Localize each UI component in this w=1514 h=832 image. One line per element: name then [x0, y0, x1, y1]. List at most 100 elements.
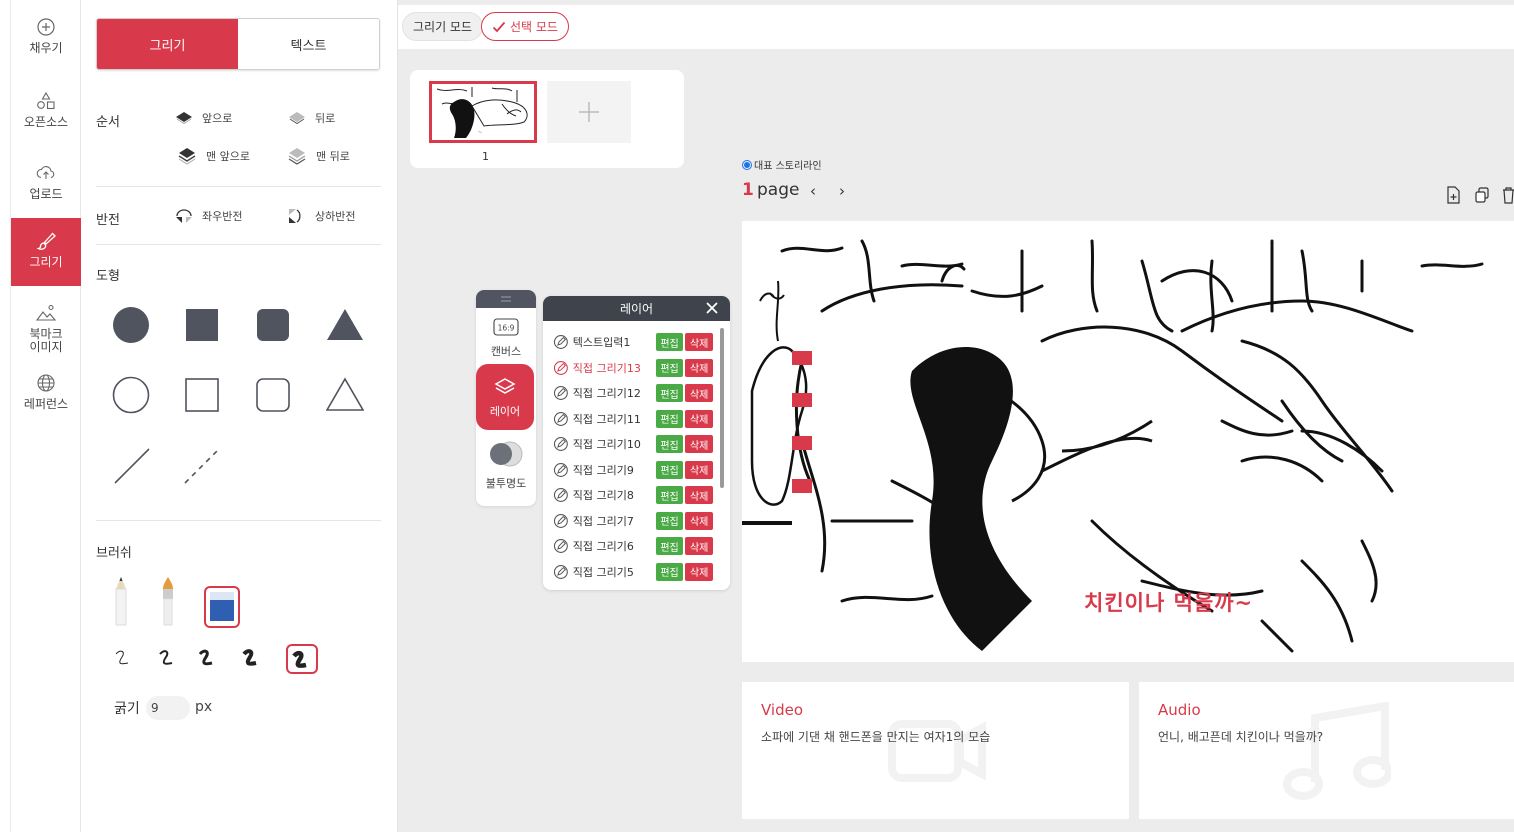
- dock-opacity[interactable]: 불투명도: [476, 440, 536, 491]
- trash-icon[interactable]: [1502, 186, 1514, 204]
- send-to-back-label: 맨 뒤로: [316, 150, 350, 163]
- layer-delete-button[interactable]: 삭제: [685, 409, 713, 428]
- radio-button[interactable]: [742, 159, 752, 170]
- stroke-width-3[interactable]: [196, 646, 218, 670]
- layer-delete-button[interactable]: 삭제: [685, 358, 713, 377]
- main-storyline-radio[interactable]: 대표 스토리라인: [742, 157, 822, 172]
- brush-label: 브러쉬: [96, 546, 132, 561]
- layer-edit-button[interactable]: 편집: [655, 333, 684, 351]
- copy-page-icon[interactable]: [1474, 186, 1490, 204]
- bring-forward-label: 앞으로: [202, 112, 233, 125]
- layer-list-scrollbar[interactable]: [720, 328, 724, 488]
- layer-row[interactable]: 직접 그리기13 편집 삭제: [553, 358, 713, 378]
- canvas-text-caption[interactable]: 치킨이나 먹을까~: [1084, 587, 1253, 617]
- next-page-button[interactable]: ›: [839, 182, 845, 200]
- page-thumbnail-number: 1: [482, 150, 489, 163]
- layer-delete-button[interactable]: 삭제: [685, 511, 713, 530]
- layer-edit-button[interactable]: 편집: [655, 409, 684, 428]
- drawing-canvas[interactable]: 치킨이나 먹을까~: [742, 221, 1514, 662]
- outline-square-shape[interactable]: [185, 378, 219, 412]
- layer-back-icon: [288, 148, 306, 165]
- rail-item-bookmark-image[interactable]: 북마크 이미지: [11, 302, 81, 360]
- layer-row[interactable]: 직접 그리기7 편집 삭제: [553, 511, 713, 531]
- layer-row[interactable]: 직접 그리기6 편집 삭제: [553, 536, 713, 556]
- dashed-line-shape[interactable]: [182, 446, 222, 486]
- stroke-width-1[interactable]: [112, 646, 132, 670]
- layer-edit-button[interactable]: 편집: [655, 435, 684, 453]
- outline-circle-shape[interactable]: [112, 376, 150, 414]
- layer-edit-button[interactable]: 편집: [655, 486, 684, 504]
- add-page-icon[interactable]: [1445, 186, 1461, 204]
- thickness-label: 굵기: [114, 701, 140, 717]
- rail-item-upload[interactable]: 업로드: [11, 162, 81, 218]
- filled-rounded-square-shape[interactable]: [256, 308, 290, 342]
- layer-edit-button[interactable]: 편집: [655, 511, 684, 530]
- rail-label: 북마크 이미지: [29, 327, 63, 354]
- filled-triangle-shape[interactable]: [326, 307, 364, 341]
- thickness-input[interactable]: [146, 696, 190, 720]
- paint-brush[interactable]: [159, 576, 177, 626]
- tab-text[interactable]: 텍스트: [238, 19, 379, 69]
- layer-edit-button[interactable]: 편집: [655, 384, 684, 402]
- outline-triangle-shape[interactable]: [326, 377, 364, 411]
- layer-edit-button[interactable]: 편집: [655, 460, 684, 479]
- rail-item-opensource[interactable]: 오픈소스: [11, 90, 81, 146]
- layer-delete-button[interactable]: 삭제: [685, 333, 713, 351]
- layer-row[interactable]: 직접 그리기5 편집 삭제: [553, 562, 713, 582]
- thumbnail-sketch-image: ~: [432, 84, 534, 140]
- dock-drag-handle[interactable]: [476, 290, 536, 308]
- layer-row[interactable]: 직접 그리기12 편집 삭제: [553, 383, 713, 403]
- page-thumbnail-1[interactable]: ~: [429, 81, 537, 143]
- layer-delete-button[interactable]: 삭제: [685, 537, 713, 555]
- layer-row[interactable]: 직접 그리기11 편집 삭제: [553, 409, 713, 429]
- stroke-width-2[interactable]: [156, 646, 178, 670]
- layer-row[interactable]: 직접 그리기9 편집 삭제: [553, 460, 713, 480]
- flip-vertical-option[interactable]: 상하반전: [287, 207, 355, 225]
- tab-draw[interactable]: 그리기: [97, 19, 238, 69]
- audio-card[interactable]: Audio 언니, 배고픈데 치킨이나 먹을까?: [1139, 682, 1514, 819]
- layer-row[interactable]: 텍스트입력1 편집 삭제: [553, 332, 713, 352]
- dock-canvas[interactable]: 16:9 캔버스: [476, 318, 536, 359]
- draw-mode-button[interactable]: 그리기 모드: [402, 12, 484, 41]
- video-card[interactable]: Video 소파에 기댄 채 핸드폰을 만지는 여자1의 모습: [742, 682, 1129, 819]
- video-card-description: 소파에 기댄 채 핸드폰을 만지는 여자1의 모습: [761, 730, 991, 744]
- layer-edit-button[interactable]: 편집: [655, 358, 684, 377]
- stroke-width-5-selected[interactable]: [286, 644, 318, 674]
- send-backward-option[interactable]: 뒤로: [287, 110, 335, 126]
- pencil-circle-icon: [553, 386, 568, 400]
- layers-icon: [494, 378, 516, 394]
- rail-item-reference[interactable]: 레퍼런스: [11, 372, 81, 422]
- send-to-back-option[interactable]: 맨 뒤로: [286, 146, 350, 166]
- rail-item-draw[interactable]: 그리기: [11, 218, 81, 286]
- pencil-circle-icon: [553, 513, 568, 528]
- filled-circle-shape[interactable]: [112, 306, 150, 344]
- flip-horizontal-option[interactable]: 좌우반전: [174, 207, 242, 225]
- pencil-brush[interactable]: [112, 576, 130, 626]
- outline-rounded-square-shape[interactable]: [256, 378, 290, 412]
- layer-edit-button[interactable]: 편집: [655, 562, 684, 581]
- line-shape[interactable]: [112, 446, 152, 486]
- rail-label: 채우기: [29, 41, 63, 55]
- filled-square-shape[interactable]: [185, 308, 219, 342]
- layer-delete-button[interactable]: 삭제: [685, 562, 713, 581]
- layer-delete-button[interactable]: 삭제: [685, 486, 713, 504]
- dock-layer[interactable]: 레이어: [476, 364, 534, 430]
- marker-brush-selected[interactable]: [204, 586, 240, 628]
- close-icon[interactable]: [704, 300, 720, 316]
- pencil-circle-icon: [553, 335, 568, 349]
- select-mode-button[interactable]: 선택 모드: [481, 12, 569, 41]
- layer-delete-button[interactable]: 삭제: [685, 435, 713, 453]
- add-page-button[interactable]: [547, 81, 631, 143]
- layer-row[interactable]: 직접 그리기8 편집 삭제: [553, 485, 713, 505]
- bring-to-front-option[interactable]: 맨 앞으로: [176, 146, 250, 166]
- layer-delete-button[interactable]: 삭제: [685, 384, 713, 402]
- prev-page-button[interactable]: ‹: [810, 182, 816, 200]
- bring-forward-option[interactable]: 앞으로: [174, 110, 232, 126]
- stroke-width-4[interactable]: [240, 646, 264, 670]
- layer-edit-button[interactable]: 편집: [655, 537, 684, 555]
- layer-name: 직접 그리기10: [572, 438, 641, 451]
- layer-row[interactable]: 직접 그리기10 편집 삭제: [553, 434, 713, 454]
- rail-item-fill[interactable]: 채우기: [11, 16, 81, 72]
- layer-backward-icon: [289, 112, 305, 125]
- layer-delete-button[interactable]: 삭제: [685, 460, 713, 479]
